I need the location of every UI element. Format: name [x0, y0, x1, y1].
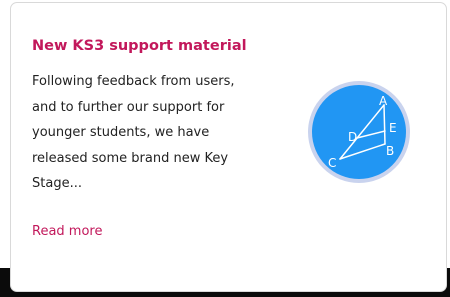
excerpt-line-2: and to further our support for: [32, 99, 225, 115]
card-title[interactable]: New KS3 support material: [32, 37, 247, 55]
geometry-triangle-icon: A B C D E: [308, 81, 410, 183]
vertex-label-b: B: [386, 144, 394, 158]
vertex-label-a: A: [379, 94, 388, 108]
card-excerpt: Following feedback from users, and to fu…: [32, 69, 307, 197]
excerpt-line-3: younger students, we have: [32, 125, 210, 141]
vertex-label-d: D: [348, 130, 357, 144]
excerpt-line-5: Stage...: [32, 176, 82, 192]
geometry-badge: A B C D E: [307, 80, 411, 184]
news-card: New KS3 support material Following feedb…: [10, 2, 447, 292]
vertex-label-e: E: [389, 121, 397, 135]
vertex-label-c: C: [328, 156, 336, 170]
triangle-side-ab: [383, 104, 386, 145]
excerpt-line-4: released some brand new Key: [32, 150, 229, 166]
read-more-link[interactable]: Read more: [32, 220, 102, 244]
excerpt-line-1: Following feedback from users,: [32, 74, 235, 89]
